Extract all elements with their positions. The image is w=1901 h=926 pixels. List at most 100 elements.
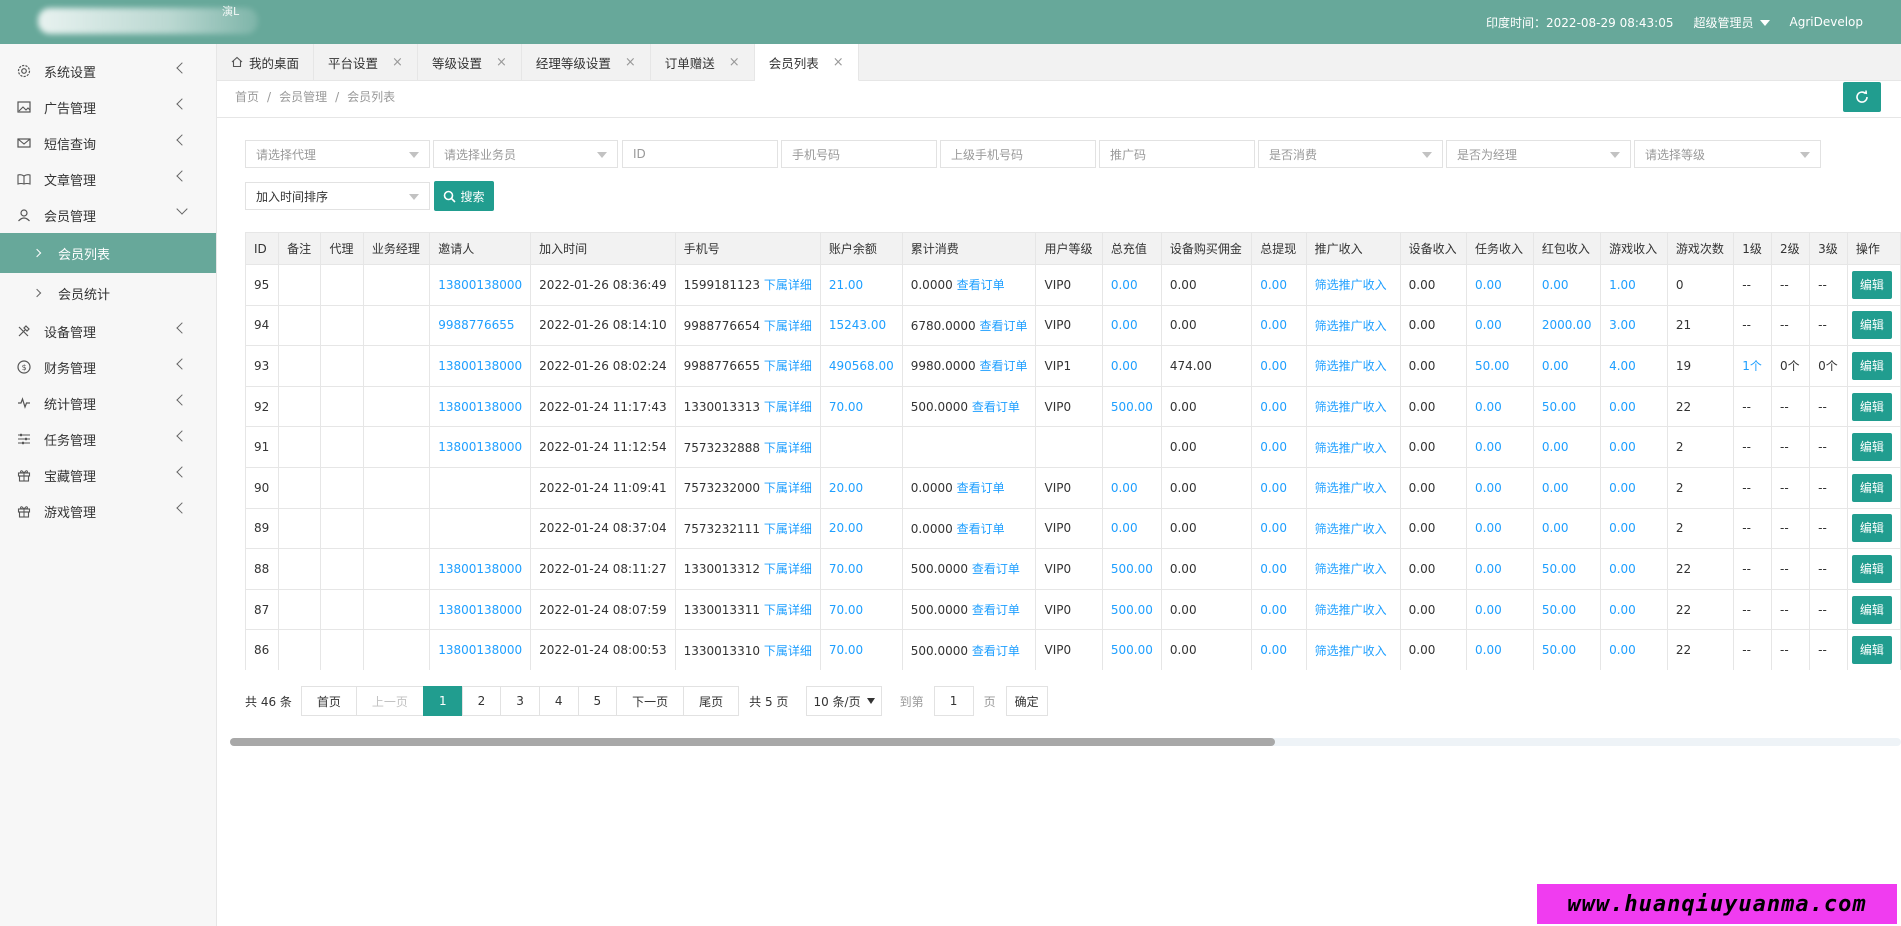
cell-promo-income-value[interactable]: 筛选推广收入 bbox=[1315, 522, 1387, 536]
cell-task-income-value[interactable]: 0.00 bbox=[1475, 440, 1502, 454]
cell-redpacket-income-value[interactable]: 50.00 bbox=[1542, 400, 1576, 414]
sidebar-item-system-settings[interactable]: 系统设置 bbox=[0, 53, 216, 89]
level-select[interactable]: 请选择等级 bbox=[1634, 140, 1821, 168]
close-icon[interactable]: × bbox=[833, 55, 844, 70]
cell-task-income-value[interactable]: 0.00 bbox=[1475, 318, 1502, 332]
goto-page-input[interactable]: 1 bbox=[933, 686, 974, 716]
edit-button[interactable]: 编辑 bbox=[1851, 311, 1892, 340]
page-4-button[interactable]: 4 bbox=[538, 686, 579, 716]
cell-promo-income-value[interactable]: 筛选推广收入 bbox=[1315, 319, 1387, 333]
cell-inviter-value[interactable]: 13800138000 bbox=[438, 603, 522, 617]
view-orders-link[interactable]: 查看订单 bbox=[972, 562, 1020, 576]
edit-button[interactable]: 编辑 bbox=[1851, 473, 1892, 502]
sidebar-item-game-management[interactable]: 游戏管理 bbox=[0, 493, 216, 529]
cell-total-recharge-value[interactable]: 500.00 bbox=[1111, 400, 1153, 414]
per-page-select[interactable]: 10 条/页 bbox=[806, 686, 882, 716]
cell-inviter-value[interactable]: 13800138000 bbox=[438, 359, 522, 373]
cell-promo-income-value[interactable]: 筛选推广收入 bbox=[1315, 481, 1387, 495]
cell-promo-income-value[interactable]: 筛选推广收入 bbox=[1315, 644, 1387, 658]
cell-total-withdraw-value[interactable]: 0.00 bbox=[1260, 318, 1287, 332]
cell-redpacket-income-value[interactable]: 0.00 bbox=[1542, 481, 1569, 495]
cell-redpacket-income-value[interactable]: 2000.00 bbox=[1542, 318, 1592, 332]
cell-inviter-value[interactable]: 13800138000 bbox=[438, 278, 522, 292]
cell-redpacket-income-value[interactable]: 0.00 bbox=[1542, 359, 1569, 373]
subordinate-detail-link[interactable]: 下属详细 bbox=[764, 278, 812, 292]
subordinate-detail-link[interactable]: 下属详细 bbox=[764, 644, 812, 658]
agent-select[interactable]: 请选择代理 bbox=[245, 140, 430, 168]
subordinate-detail-link[interactable]: 下属详细 bbox=[764, 400, 812, 414]
cell-total-withdraw-value[interactable]: 0.00 bbox=[1260, 643, 1287, 657]
edit-button[interactable]: 编辑 bbox=[1851, 595, 1892, 624]
first-page-button[interactable]: 首页 bbox=[300, 686, 357, 716]
cell-redpacket-income-value[interactable]: 0.00 bbox=[1542, 521, 1569, 535]
username[interactable]: AgriDevelop bbox=[1790, 15, 1864, 29]
cell-total-withdraw-value[interactable]: 0.00 bbox=[1260, 359, 1287, 373]
cell-promo-income-value[interactable]: 筛选推广收入 bbox=[1315, 400, 1387, 414]
consumed-select[interactable]: 是否消费 bbox=[1258, 140, 1443, 168]
tab-desktop[interactable]: 我的桌面 bbox=[217, 44, 315, 80]
view-orders-link[interactable]: 查看订单 bbox=[979, 359, 1027, 373]
cell-inviter-value[interactable]: 9988776655 bbox=[438, 318, 514, 332]
edit-button[interactable]: 编辑 bbox=[1851, 392, 1892, 421]
view-orders-link[interactable]: 查看订单 bbox=[972, 400, 1020, 414]
subordinate-detail-link[interactable]: 下属详细 bbox=[764, 359, 812, 373]
manager-select[interactable]: 是否为经理 bbox=[1446, 140, 1631, 168]
cell-task-income-value[interactable]: 0.00 bbox=[1475, 521, 1502, 535]
sidebar-item-device-management[interactable]: 设备管理 bbox=[0, 313, 216, 349]
tab-member-list[interactable]: 会员列表 × bbox=[754, 44, 859, 81]
page-2-button[interactable]: 2 bbox=[461, 686, 502, 716]
cell-balance-value[interactable]: 15243.00 bbox=[829, 318, 886, 332]
page-5-button[interactable]: 5 bbox=[577, 686, 618, 716]
cell-promo-income-value[interactable]: 筛选推广收入 bbox=[1315, 278, 1387, 292]
view-orders-link[interactable]: 查看订单 bbox=[972, 603, 1020, 617]
close-icon[interactable]: × bbox=[729, 55, 740, 70]
prev-page-button[interactable]: 上一页 bbox=[355, 686, 424, 716]
user-role-menu[interactable]: 超级管理员 bbox=[1693, 14, 1770, 31]
subordinate-detail-link[interactable]: 下属详细 bbox=[764, 319, 812, 333]
cell-total-recharge-value[interactable]: 500.00 bbox=[1111, 643, 1153, 657]
edit-button[interactable]: 编辑 bbox=[1851, 270, 1892, 299]
cell-total-withdraw-value[interactable]: 0.00 bbox=[1260, 481, 1287, 495]
promo-code-input[interactable]: 推广码 bbox=[1099, 140, 1255, 168]
cell-game-income-value[interactable]: 0.00 bbox=[1609, 440, 1636, 454]
cell-total-recharge-value[interactable]: 0.00 bbox=[1111, 521, 1138, 535]
cell-total-recharge-value[interactable]: 500.00 bbox=[1111, 603, 1153, 617]
edit-button[interactable]: 编辑 bbox=[1851, 514, 1892, 543]
cell-inviter-value[interactable]: 13800138000 bbox=[438, 440, 522, 454]
close-icon[interactable]: × bbox=[625, 55, 636, 70]
cell-redpacket-income-value[interactable]: 50.00 bbox=[1542, 643, 1576, 657]
refresh-button[interactable] bbox=[1843, 82, 1881, 112]
cell-balance-value[interactable]: 70.00 bbox=[829, 603, 863, 617]
cell-game-income-value[interactable]: 0.00 bbox=[1609, 603, 1636, 617]
cell-total-withdraw-value[interactable]: 0.00 bbox=[1260, 278, 1287, 292]
breadcrumb-home[interactable]: 首页 bbox=[235, 90, 259, 104]
cell-promo-income-value[interactable]: 筛选推广收入 bbox=[1315, 603, 1387, 617]
view-orders-link[interactable]: 查看订单 bbox=[957, 522, 1005, 536]
cell-game-income-value[interactable]: 0.00 bbox=[1609, 400, 1636, 414]
tab-level-settings[interactable]: 等级设置 × bbox=[418, 44, 522, 80]
cell-total-withdraw-value[interactable]: 0.00 bbox=[1260, 562, 1287, 576]
horizontal-scrollbar[interactable] bbox=[230, 738, 1901, 746]
cell-redpacket-income-value[interactable]: 50.00 bbox=[1542, 603, 1576, 617]
cell-balance-value[interactable]: 490568.00 bbox=[829, 359, 894, 373]
cell-task-income-value[interactable]: 0.00 bbox=[1475, 400, 1502, 414]
sidebar-item-statistics-management[interactable]: 统计管理 bbox=[0, 385, 216, 421]
cell-redpacket-income-value[interactable]: 50.00 bbox=[1542, 562, 1576, 576]
cell-promo-income-value[interactable]: 筛选推广收入 bbox=[1315, 562, 1387, 576]
tab-manager-level-settings[interactable]: 经理等级设置 × bbox=[522, 44, 651, 80]
cell-total-withdraw-value[interactable]: 0.00 bbox=[1260, 521, 1287, 535]
cell-game-income-value[interactable]: 0.00 bbox=[1609, 643, 1636, 657]
cell-redpacket-income-value[interactable]: 0.00 bbox=[1542, 278, 1569, 292]
cell-level-1-value[interactable]: 1个 bbox=[1742, 359, 1762, 373]
cell-balance-value[interactable]: 20.00 bbox=[829, 521, 863, 535]
cell-task-income-value[interactable]: 0.00 bbox=[1475, 481, 1502, 495]
sort-select[interactable]: 加入时间排序 bbox=[245, 182, 430, 210]
view-orders-link[interactable]: 查看订单 bbox=[972, 644, 1020, 658]
sidebar-item-treasure-management[interactable]: 宝藏管理 bbox=[0, 457, 216, 493]
edit-button[interactable]: 编辑 bbox=[1851, 351, 1892, 380]
cell-inviter-value[interactable]: 13800138000 bbox=[438, 562, 522, 576]
cell-game-income-value[interactable]: 0.00 bbox=[1609, 521, 1636, 535]
cell-balance-value[interactable]: 21.00 bbox=[829, 278, 863, 292]
cell-promo-income-value[interactable]: 筛选推广收入 bbox=[1315, 359, 1387, 373]
cell-balance-value[interactable]: 20.00 bbox=[829, 481, 863, 495]
